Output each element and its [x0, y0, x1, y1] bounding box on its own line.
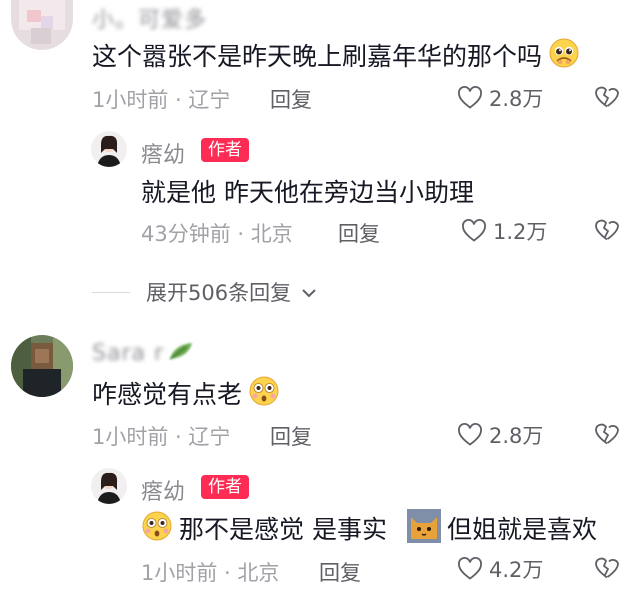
comment-text-row: 那不是感觉 是事实 但姐就是喜欢	[141, 509, 597, 547]
time-location: 1小时前 · 辽宁	[92, 88, 231, 112]
time-location: 43分钟前 · 北京	[141, 222, 293, 246]
comment-text: 这个嚣张不是昨天晚上刷嘉年华的那个吗	[92, 42, 543, 71]
dislike-broken-heart-icon[interactable]	[594, 85, 620, 113]
reply-button[interactable]: 回复	[270, 84, 312, 114]
flushed-face-icon	[141, 510, 173, 546]
dislike-broken-heart-icon[interactable]	[594, 218, 620, 246]
expand-replies-label: 展开506条回复	[146, 281, 292, 305]
author-badge: 作者	[201, 138, 249, 162]
leaf-icon	[168, 341, 194, 365]
heart-outline-icon	[457, 423, 483, 447]
comment-text: 那不是感觉 是事实	[179, 515, 387, 544]
like-button[interactable]: 1.2万	[461, 216, 547, 246]
avatar[interactable]	[11, 0, 73, 50]
username[interactable]: Sara r	[92, 341, 164, 366]
heart-outline-icon	[457, 557, 483, 581]
like-count: 2.8万	[489, 87, 544, 111]
username[interactable]: 小。可爱多	[92, 2, 207, 34]
avatar[interactable]	[91, 468, 127, 504]
reply-button[interactable]: 回复	[338, 218, 380, 248]
comment-text: 咋感觉有点老	[92, 380, 243, 409]
like-button[interactable]: 2.8万	[457, 83, 543, 113]
username[interactable]: 瘩幼	[141, 474, 185, 506]
like-button[interactable]: 4.2万	[457, 554, 543, 584]
like-button[interactable]: 2.8万	[457, 420, 543, 450]
like-count: 4.2万	[489, 558, 544, 582]
avatar[interactable]	[11, 335, 73, 397]
time-location: 1小时前 · 北京	[141, 561, 280, 585]
divider-line	[92, 291, 130, 293]
username[interactable]: 瘩幼	[141, 137, 185, 169]
time-location: 1小时前 · 辽宁	[92, 425, 231, 449]
avatar[interactable]	[91, 131, 127, 167]
comment-text-row: 咋感觉有点老	[92, 375, 280, 411]
like-count: 2.8万	[489, 424, 544, 448]
reply-button[interactable]: 回复	[270, 421, 312, 451]
comment-text-row: 这个嚣张不是昨天晚上刷嘉年华的那个吗	[92, 37, 580, 73]
author-badge: 作者	[201, 475, 249, 499]
comment-text: 就是他 昨天他在旁边当小助理	[141, 178, 474, 207]
flushed-face-icon	[248, 375, 280, 411]
pleading-face-icon	[548, 37, 580, 73]
chevron-down-icon	[301, 280, 317, 304]
heart-outline-icon	[457, 86, 483, 110]
reply-button[interactable]: 回复	[319, 557, 361, 587]
heart-outline-icon	[461, 219, 487, 243]
dislike-broken-heart-icon[interactable]	[594, 422, 620, 450]
like-count: 1.2万	[493, 220, 548, 244]
dislike-broken-heart-icon[interactable]	[594, 556, 620, 584]
cat-face-icon	[406, 509, 441, 547]
expand-replies-button[interactable]: 展开506条回复	[92, 277, 317, 307]
comment-text: 但姐就是喜欢	[446, 515, 597, 544]
